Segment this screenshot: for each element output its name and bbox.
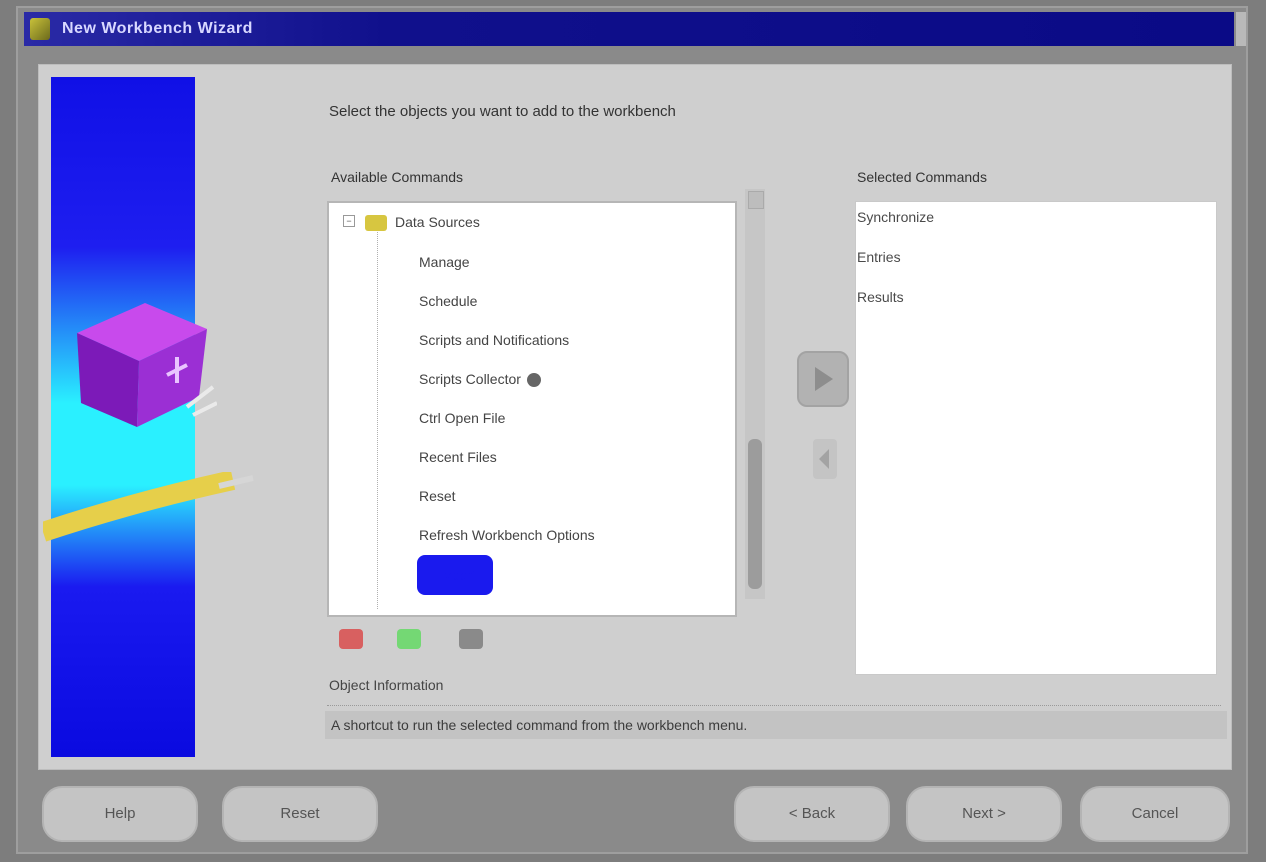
tree-item[interactable]: Schedule [419, 284, 477, 318]
commands-tree[interactable]: − Data Sources Manage Schedule Scripts a… [327, 201, 737, 617]
description-text: A shortcut to run the selected command f… [325, 711, 1227, 739]
add-icon[interactable] [397, 629, 421, 649]
move-left-button[interactable] [813, 439, 837, 479]
title-bar[interactable]: New Workbench Wizard [24, 12, 1234, 46]
tree-item[interactable]: Refresh Workbench Options [419, 518, 595, 552]
cube-icon [77, 303, 217, 427]
tree-scrollbar[interactable] [745, 189, 765, 599]
selected-tree-item-label: Export [417, 555, 494, 595]
tree-item-selected[interactable]: Export [417, 555, 494, 595]
cancel-button[interactable]: Cancel [1080, 786, 1230, 842]
list-item[interactable]: Results [857, 289, 904, 305]
help-button[interactable]: Help [42, 786, 198, 842]
tree-guide-line [377, 229, 378, 609]
back-button[interactable]: < Back [734, 786, 890, 842]
tree-item[interactable]: Scripts and Notifications [419, 323, 569, 357]
cable-icon [43, 472, 254, 542]
scroll-thumb[interactable] [748, 439, 762, 589]
wizard-window: New Workbench Wizard Select the objects … [16, 6, 1248, 854]
scroll-up-icon[interactable] [748, 191, 764, 209]
instruction-text: Select the objects you want to add to th… [329, 103, 676, 120]
wizard-body: Select the objects you want to add to th… [38, 64, 1232, 770]
tree-item[interactable]: Ctrl Open File [419, 401, 505, 435]
object-information-label: Object Information [329, 677, 444, 693]
arrow-right-icon [815, 367, 833, 391]
folder-icon [365, 215, 387, 232]
delete-icon[interactable] [339, 629, 363, 649]
separator [327, 705, 1221, 707]
selected-commands-label: Selected Commands [857, 169, 987, 185]
move-right-button[interactable] [797, 351, 849, 407]
tree-root-item[interactable]: Data Sources [365, 205, 480, 239]
tree-item[interactable]: Recent Files [419, 440, 497, 474]
selected-commands-list[interactable] [855, 201, 1217, 675]
tree-expander-icon[interactable]: − [343, 215, 355, 227]
window-title: New Workbench Wizard [62, 20, 253, 37]
app-icon [30, 18, 50, 40]
title-scroll [1236, 12, 1246, 46]
tree-item[interactable]: Manage [419, 245, 470, 279]
info-icon [526, 373, 541, 388]
available-commands-label: Available Commands [331, 169, 464, 185]
tree-item[interactable]: Scripts Collector [419, 362, 541, 396]
next-button[interactable]: Next > [906, 786, 1062, 842]
tree-item[interactable]: Reset [419, 479, 456, 513]
reset-button[interactable]: Reset [222, 786, 378, 842]
list-item[interactable]: Synchronize [857, 209, 934, 225]
arrow-left-icon [819, 449, 829, 469]
list-item[interactable]: Entries [857, 249, 901, 265]
wizard-banner-image [43, 77, 254, 757]
properties-icon[interactable] [459, 629, 483, 649]
